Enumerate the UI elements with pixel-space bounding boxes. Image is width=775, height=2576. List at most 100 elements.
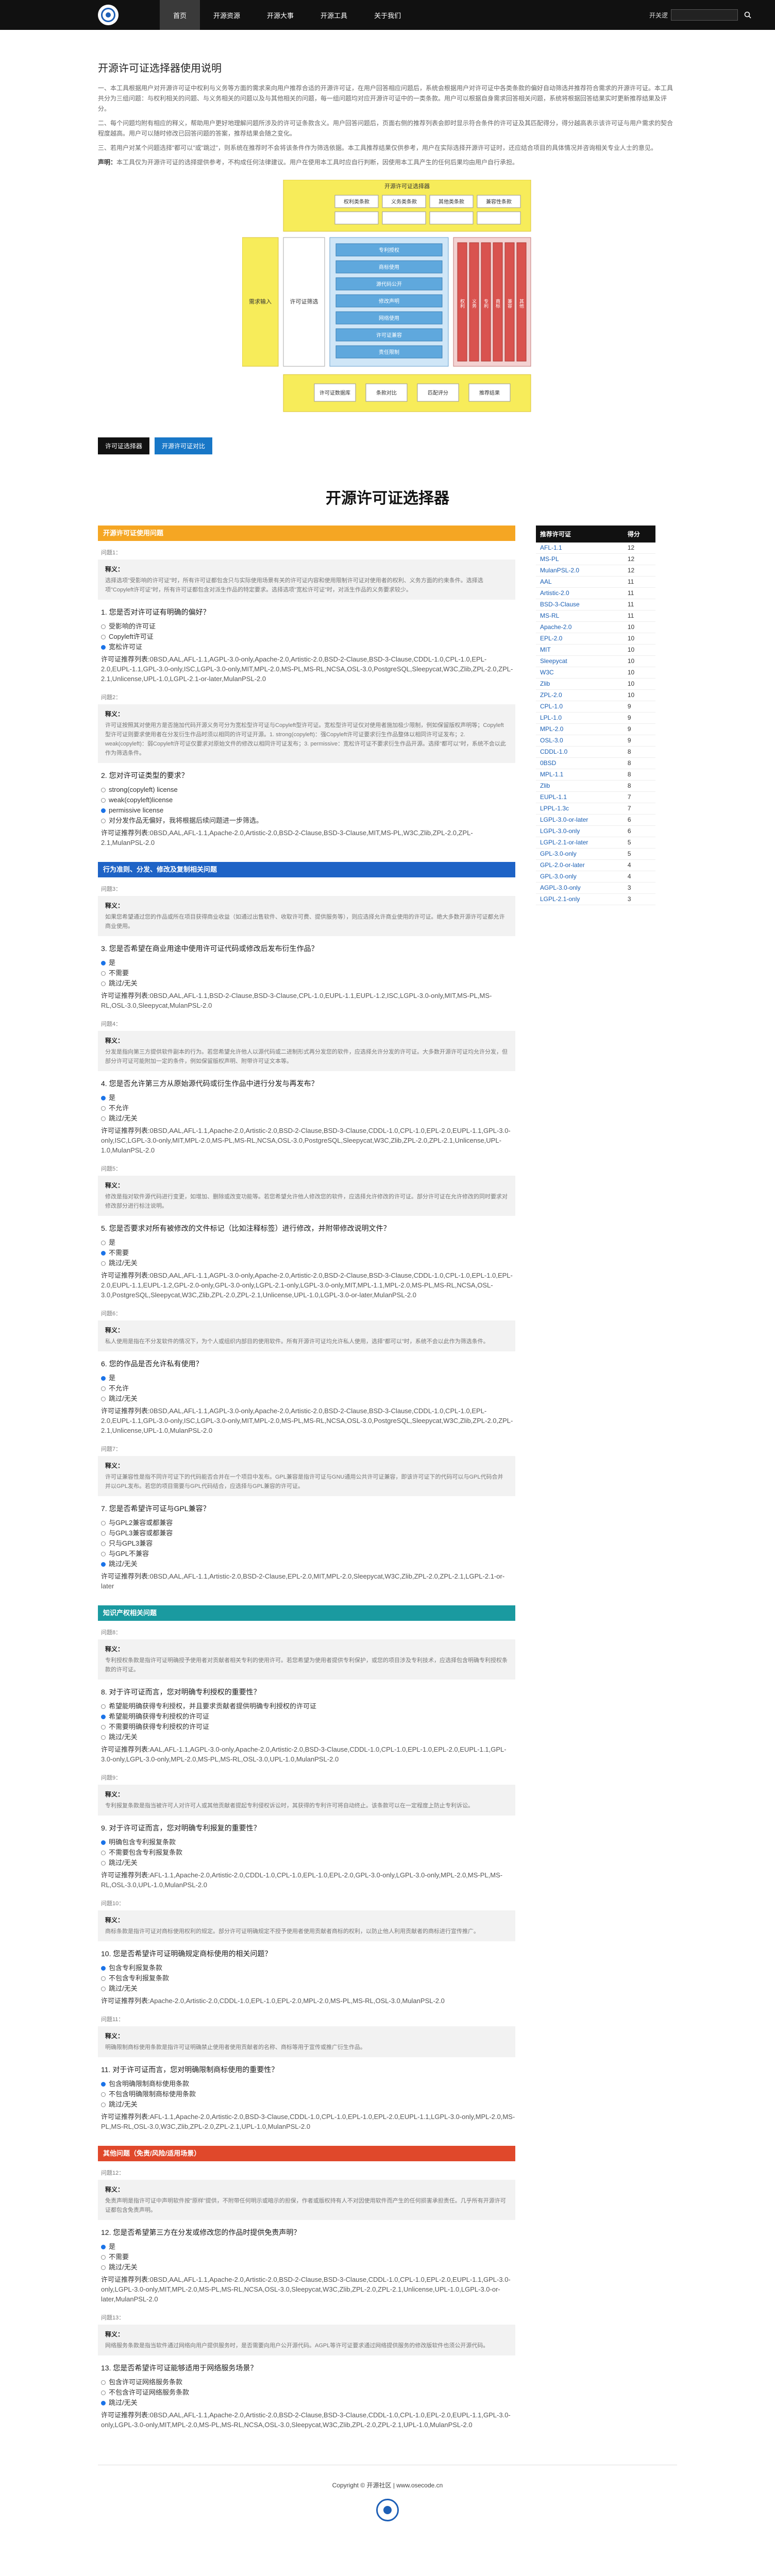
recommended-license-name[interactable]: LGPL-2.1-or-later (536, 837, 624, 849)
radio-button[interactable] (101, 808, 106, 813)
nav-item-resources[interactable]: 开源资源 (200, 0, 254, 30)
radio-button[interactable] (101, 1965, 106, 1971)
recommendation-row[interactable]: LGPL-3.0-only 6 (536, 825, 655, 837)
answer-option[interactable]: Copyleft许可证 (101, 632, 515, 642)
recommendation-row[interactable]: 0BSD 8 (536, 757, 655, 769)
radio-button[interactable] (101, 2390, 106, 2395)
recommended-license-name[interactable]: LGPL-3.0-only (536, 825, 624, 837)
recommended-license-name[interactable]: LGPL-3.0-or-later (536, 814, 624, 826)
recommendation-row[interactable]: Artistic-2.0 11 (536, 587, 655, 599)
radio-button[interactable] (101, 1531, 106, 1536)
answer-option[interactable]: 不允许 (101, 1383, 515, 1394)
radio-button[interactable] (101, 1735, 106, 1740)
answer-option[interactable]: 包含专利报复条款 (101, 1963, 515, 1973)
answer-option[interactable]: 是 (101, 1238, 515, 1248)
radio-button[interactable] (101, 1724, 106, 1730)
recommended-license-name[interactable]: GPL-3.0-only (536, 848, 624, 860)
answer-option[interactable]: 是 (101, 1093, 515, 1103)
answer-option[interactable]: 不需要 (101, 968, 515, 978)
answer-option[interactable]: 跳过/无关 (101, 1258, 515, 1268)
radio-button[interactable] (101, 1704, 106, 1709)
answer-option[interactable]: 与GPL2兼容或都兼容 (101, 1518, 515, 1528)
recommendation-row[interactable]: LPL-1.0 9 (536, 712, 655, 724)
recommendation-row[interactable]: MPL-2.0 9 (536, 723, 655, 735)
recommendation-row[interactable]: LPPL-1.3c 7 (536, 803, 655, 815)
answer-option[interactable]: 希望能明确获得专利授权的许可证 (101, 1711, 515, 1722)
radio-button[interactable] (101, 981, 106, 986)
nav-item-tools[interactable]: 开源工具 (307, 0, 361, 30)
answer-option[interactable]: 不需要包含专利报复条款 (101, 1848, 515, 1858)
recommendation-row[interactable]: GPL-3.0-only 5 (536, 848, 655, 860)
answer-option[interactable]: strong(copyleft) license (101, 785, 515, 795)
answer-option[interactable]: weak(copyleft)license (101, 795, 515, 805)
radio-button[interactable] (101, 2102, 106, 2107)
recommendation-row[interactable]: MulanPSL-2.0 12 (536, 565, 655, 577)
recommended-license-name[interactable]: MulanPSL-2.0 (536, 565, 624, 577)
recommendation-row[interactable]: AGPL-3.0-only 3 (536, 882, 655, 894)
recommendation-row[interactable]: MS-PL 12 (536, 553, 655, 565)
recommendation-row[interactable]: MPL-1.1 8 (536, 769, 655, 781)
radio-button[interactable] (101, 634, 106, 639)
answer-option[interactable]: 对分发作品无偏好，我将根据后续问题进一步筛选。 (101, 816, 515, 826)
recommended-license-name[interactable]: W3C (536, 667, 624, 679)
radio-button[interactable] (101, 1095, 106, 1100)
recommended-license-name[interactable]: MIT (536, 644, 624, 656)
answer-option[interactable]: 不包含专利报复条款 (101, 1973, 515, 1984)
radio-button[interactable] (101, 1261, 106, 1266)
recommended-license-name[interactable]: MPL-2.0 (536, 723, 624, 735)
answer-option[interactable]: 跳过/无关 (101, 978, 515, 989)
answer-option[interactable]: 不包含明确限制商标使用条款 (101, 2089, 515, 2099)
recommendation-row[interactable]: LGPL-3.0-or-later 6 (536, 814, 655, 826)
answer-option[interactable]: permissive license (101, 805, 515, 816)
answer-option[interactable]: 不需要明确获得专利授权的许可证 (101, 1722, 515, 1732)
answer-option[interactable]: 不需要 (101, 1248, 515, 1258)
answer-option[interactable]: 跳过/无关 (101, 2398, 515, 2408)
recommended-license-name[interactable]: LGPL-2.1-only (536, 893, 624, 905)
radio-button[interactable] (101, 1240, 106, 1245)
recommended-license-name[interactable]: OSL-3.0 (536, 735, 624, 747)
answer-option[interactable]: 包含明确限制商标使用条款 (101, 2079, 515, 2089)
radio-button[interactable] (101, 1714, 106, 1719)
recommendation-row[interactable]: MIT 10 (536, 644, 655, 656)
recommendation-row[interactable]: CPL-1.0 9 (536, 701, 655, 713)
recommended-license-name[interactable]: Artistic-2.0 (536, 587, 624, 599)
answer-option[interactable]: 宽松许可证 (101, 642, 515, 652)
nav-item-events[interactable]: 开源大事 (254, 0, 307, 30)
radio-button[interactable] (101, 1106, 106, 1111)
recommendation-row[interactable]: ZPL-2.0 10 (536, 689, 655, 701)
answer-option[interactable]: 跳过/无关 (101, 1732, 515, 1742)
radio-button[interactable] (101, 2244, 106, 2249)
radio-button[interactable] (101, 2380, 106, 2385)
answer-option[interactable]: 跳过/无关 (101, 1984, 515, 1994)
radio-button[interactable] (101, 1976, 106, 1981)
tab-license-compare[interactable]: 开源许可证对比 (155, 437, 213, 454)
recommendation-row[interactable]: GPL-2.0-or-later 4 (536, 859, 655, 871)
recommended-license-name[interactable]: Zlib (536, 678, 624, 690)
radio-button[interactable] (101, 2081, 106, 2087)
answer-option[interactable]: 跳过/无关 (101, 2262, 515, 2273)
radio-button[interactable] (101, 960, 106, 965)
radio-button[interactable] (101, 1250, 106, 1256)
radio-button[interactable] (101, 1386, 106, 1391)
answer-option[interactable]: 不允许 (101, 1103, 515, 1113)
radio-button[interactable] (101, 1396, 106, 1401)
answer-option[interactable]: 不包含许可证网络服务条款 (101, 2387, 515, 2398)
answer-option[interactable]: 跳过/无关 (101, 1394, 515, 1404)
answer-option[interactable]: 是 (101, 1373, 515, 1383)
radio-button[interactable] (101, 1116, 106, 1121)
answer-option[interactable]: 受影响的许可证 (101, 621, 515, 632)
radio-button[interactable] (101, 2400, 106, 2405)
answer-option[interactable]: 跳过/无关 (101, 1113, 515, 1124)
recommended-license-name[interactable]: EUPL-1.1 (536, 791, 624, 803)
recommendation-row[interactable]: Apache-2.0 10 (536, 621, 655, 633)
radio-button[interactable] (101, 1551, 106, 1556)
recommended-license-name[interactable]: LPL-1.0 (536, 712, 624, 724)
radio-button[interactable] (101, 787, 106, 792)
footer-logo[interactable] (376, 2499, 399, 2521)
radio-button[interactable] (101, 971, 106, 976)
radio-button[interactable] (101, 798, 106, 803)
recommendation-row[interactable]: LGPL-2.1-or-later 5 (536, 837, 655, 849)
radio-button[interactable] (101, 1986, 106, 1991)
recommendation-row[interactable]: CDDL-1.0 8 (536, 746, 655, 758)
answer-option[interactable]: 只与GPL3兼容 (101, 1538, 515, 1549)
